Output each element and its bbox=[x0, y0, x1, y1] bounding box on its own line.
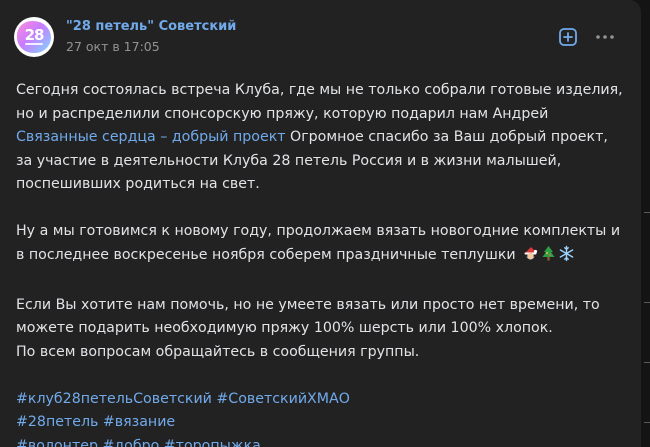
edge-tick bbox=[644, 212, 650, 213]
hashtag-28petel[interactable]: #28петель bbox=[16, 414, 98, 430]
post-paragraph-3-line-1: Если Вы хотите нам помочь, но не умеете … bbox=[16, 296, 600, 337]
add-to-bookmarks-button[interactable] bbox=[558, 27, 578, 47]
group-avatar[interactable]: 28 bbox=[14, 17, 54, 57]
more-horizontal-icon bbox=[596, 35, 614, 39]
paragraph-1-text-before: Сегодня состоялась встреча Клуба, где мы… bbox=[16, 82, 623, 122]
edge-tick bbox=[644, 422, 650, 423]
post-card: 28 "28 петель" Советский 27 окт в 17:05 bbox=[0, 0, 641, 447]
hashtag-volonter[interactable]: #волонтер bbox=[16, 438, 98, 447]
christmas-tree-emoji-icon bbox=[541, 245, 556, 271]
hashtag-toropyzhka[interactable]: #торопыжка bbox=[164, 438, 261, 447]
snowflake-emoji-icon bbox=[558, 245, 575, 271]
hashtag-vyazanie[interactable]: #вязание bbox=[103, 414, 175, 430]
avatar-logo-underline bbox=[14, 43, 54, 46]
santa-emoji-icon bbox=[522, 245, 539, 271]
post-text: Сегодня состоялась встреча Клуба, где мы… bbox=[16, 79, 628, 447]
avatar-logo-text: 28 bbox=[24, 26, 45, 44]
page: 28 "28 петель" Советский 27 окт в 17:05 bbox=[0, 0, 650, 447]
post-date[interactable]: 27 окт в 17:05 bbox=[66, 39, 160, 54]
edge-tick bbox=[644, 302, 650, 303]
page-right-edge bbox=[641, 0, 650, 447]
hashtag-dobro[interactable]: #добро bbox=[102, 438, 159, 447]
post-actions-menu-button[interactable] bbox=[594, 27, 616, 47]
post-paragraph-1: Сегодня состоялась встреча Клуба, где мы… bbox=[16, 79, 628, 197]
hashtag-sovetskiyhmao[interactable]: #СоветскийХМАО bbox=[216, 391, 349, 407]
hashtag-klub28petelsovetskiy[interactable]: #клуб28петельСоветский bbox=[16, 391, 212, 407]
sviazannye-serdtsa-link[interactable]: Связанные сердца – добрый проект bbox=[16, 129, 286, 145]
group-name-link[interactable]: "28 петель" Советский bbox=[66, 19, 236, 34]
post-paragraph-2: Ну а мы готовимся к новому году, продолж… bbox=[16, 220, 628, 270]
hashtag-line-3: #волонтер #добро #торопыжка bbox=[16, 435, 628, 447]
hashtag-line-2: #28петель #вязание bbox=[16, 411, 628, 435]
plus-square-icon bbox=[559, 28, 577, 46]
hashtag-line-1: #клуб28петельСоветский #СоветскийХМАО bbox=[16, 388, 628, 412]
post-header: 28 "28 петель" Советский 27 окт в 17:05 bbox=[0, 0, 641, 72]
edge-tick bbox=[644, 362, 650, 363]
post-paragraph-3-line-2: По всем вопросам обращайтесь в сообщения… bbox=[16, 343, 420, 360]
